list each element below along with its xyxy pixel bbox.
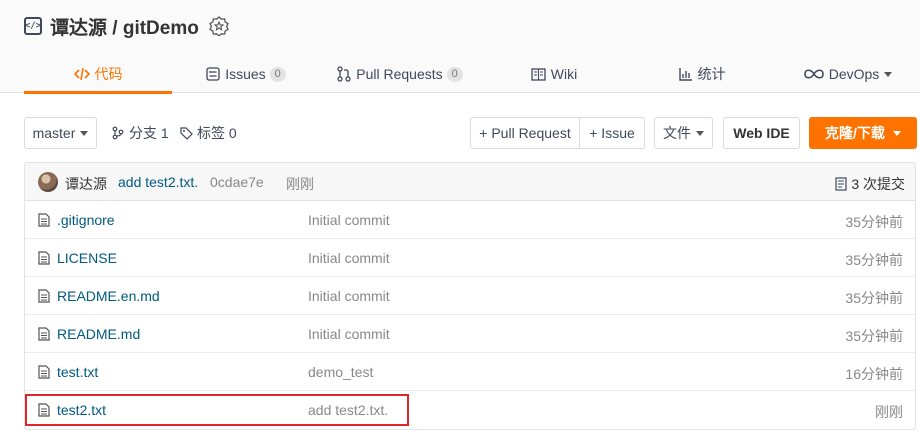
branches-link[interactable]: 分支 1 [112,117,169,149]
branches-label: 分支 1 [129,125,169,141]
file-menu-button[interactable]: 文件 [654,117,713,149]
tab-devops[interactable]: DevOps [776,55,920,93]
file-row[interactable]: README.md Initial commit 35分钟前 [25,315,915,353]
file-commit-message[interactable]: Initial commit [308,250,390,266]
chevron-down-icon [80,130,89,136]
tab-wiki-label: Wiki [550,66,578,82]
file-commit-message[interactable]: Initial commit [308,326,390,342]
clone-download-button[interactable]: 克隆/下载 [809,117,917,149]
file-commit-time: 刚刚 [875,404,903,420]
tab-pull-requests[interactable]: Pull Requests 0 [320,55,480,93]
pull-requests-count-badge: 0 [446,66,463,82]
file-icon [38,365,50,382]
chevron-down-icon [884,71,893,77]
file-name-link[interactable]: README.en.md [57,288,160,304]
repo-title: </> 谭达源 / gitDemo [24,12,229,40]
wiki-icon [531,67,546,81]
chevron-down-icon [696,130,704,136]
repo-tabs: 代码 Issues 0 Pull Requests 0 Wiki 统计 DevO… [0,55,920,94]
code-repo-icon: </> [24,17,42,35]
commit-time: 刚刚 [286,176,314,192]
commits-count-label: 3 次提交 [851,176,905,192]
file-icon [38,213,50,230]
tab-stats-label: 统计 [697,66,726,82]
file-commit-time: 16分钟前 [845,366,903,382]
stats-icon [678,67,693,81]
file-icon [38,327,50,344]
tab-issues[interactable]: Issues 0 [172,55,320,93]
file-commit-time: 35分钟前 [845,290,903,306]
new-pull-request-label: + Pull Request [479,125,571,141]
latest-commit-bar: 谭达源 add test2.txt. 0cdae7e 刚刚 3 次提交 [25,163,915,201]
file-row[interactable]: README.en.md Initial commit 35分钟前 [25,277,915,315]
file-menu-label: 文件 [663,125,691,141]
file-row[interactable]: test.txt demo_test 16分钟前 [25,353,915,391]
file-commit-time: 35分钟前 [845,252,903,268]
file-name-link[interactable]: README.md [57,326,140,342]
file-name-link[interactable]: LICENSE [57,250,117,266]
commits-count-link[interactable]: 3 次提交 [835,174,905,194]
file-commit-time: 35分钟前 [845,328,903,344]
tab-wiki[interactable]: Wiki [480,55,628,93]
new-issue-button[interactable]: + Issue [579,117,645,149]
commit-author[interactable]: 谭达源 [65,174,107,194]
file-row[interactable]: .gitignore Initial commit 35分钟前 [25,201,915,239]
chevron-down-icon [892,130,901,136]
repo-header: </> 谭达源 / gitDemo 代码 Issues 0 Pull Reque… [0,0,920,94]
new-pull-request-button[interactable]: + Pull Request [470,117,580,149]
tab-stats[interactable]: 统计 [628,55,776,93]
tab-pull-requests-label: Pull Requests [356,66,443,82]
file-commit-message[interactable]: demo_test [308,364,373,380]
file-icon [38,289,50,306]
code-icon [73,67,90,81]
file-commit-message[interactable]: Initial commit [308,288,390,304]
repo-name-link[interactable]: 谭达源 / gitDemo [50,13,199,40]
issues-icon [206,67,220,81]
avatar[interactable] [38,172,58,192]
branch-select-label: master [32,125,76,141]
tab-code[interactable]: 代码 [24,55,172,94]
highlight-box [25,394,409,426]
commits-icon [835,177,847,191]
new-issue-label: + Issue [589,125,635,141]
tags-link[interactable]: 标签 0 [180,117,237,149]
file-list: 谭达源 add test2.txt. 0cdae7e 刚刚 3 次提交 .git… [24,162,916,430]
file-row[interactable]: LICENSE Initial commit 35分钟前 [25,239,915,277]
web-ide-label: Web IDE [733,125,790,141]
branch-icon [112,126,124,140]
infinity-icon [803,68,824,80]
pull-request-icon [337,66,351,82]
tab-code-label: 代码 [94,66,123,82]
tab-issues-label: Issues [225,66,266,82]
web-ide-button[interactable]: Web IDE [723,117,800,149]
commit-hash[interactable]: 0cdae7e [210,174,264,190]
file-commit-message[interactable]: Initial commit [308,212,390,228]
file-name-link[interactable]: .gitignore [57,212,115,228]
issues-count-badge: 0 [269,66,286,82]
tags-label: 标签 0 [197,125,237,141]
clone-download-label: 克隆/下载 [825,125,885,141]
tag-icon [180,126,193,140]
commit-message[interactable]: add test2.txt. [118,174,198,190]
file-icon [38,251,50,268]
star-badge-icon[interactable] [208,16,229,36]
file-commit-time: 35分钟前 [845,214,903,230]
branch-select[interactable]: master [24,117,97,149]
file-name-link[interactable]: test.txt [57,364,98,380]
tab-devops-label: DevOps [828,66,880,82]
